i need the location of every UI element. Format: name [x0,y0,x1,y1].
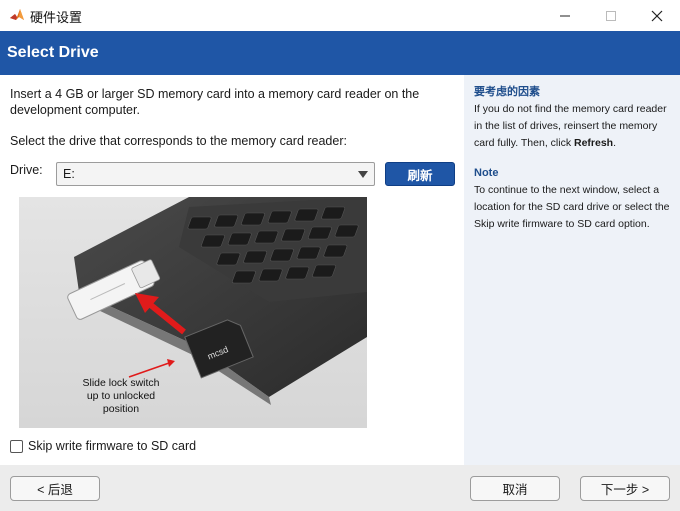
window-title: 硬件设置 [30,10,83,25]
select-instruction: Select the drive that corresponds to the… [10,134,347,148]
main-panel: Insert a 4 GB or larger SD memory card i… [0,75,464,465]
next-button[interactable]: 下一步 > [580,476,670,501]
help-paragraph-note: To continue to the next window, select a… [474,184,670,230]
close-button[interactable] [634,0,680,31]
minimize-button[interactable] [542,0,588,31]
help-heading-considerations: 要考虑的因素 [474,86,540,98]
help-paragraph-refresh-end: . [613,137,617,149]
drive-label: Drive: [10,163,43,177]
help-panel: 要考虑的因素 If you do not find the memory car… [464,75,680,465]
close-icon [651,10,663,21]
maximize-button[interactable] [588,0,634,31]
drive-dropdown[interactable]: E: [56,162,375,186]
photo-caption-line-2: up to unlocked [87,390,155,402]
skip-firmware-option[interactable]: Skip write firmware to SD card [10,439,196,453]
cancel-button[interactable]: 取消 [470,476,560,501]
drive-selected-value: E: [63,167,75,181]
skip-firmware-label[interactable]: Skip write firmware to SD card [28,439,196,453]
help-heading-note: Note [474,167,499,179]
photo-caption-line-1: Slide lock switch [82,377,159,389]
maximize-icon [606,10,616,21]
minimize-icon [560,15,570,16]
intro-text: Insert a 4 GB or larger SD memory card i… [10,87,420,117]
photo-caption-line-3: position [103,403,139,415]
help-paragraph-refresh-text: If you do not find the memory card reade… [474,103,667,149]
page-header: Select Drive [0,31,680,75]
matlab-logo-icon [10,9,24,20]
skip-firmware-checkbox[interactable] [10,439,23,453]
help-paragraph-refresh: If you do not find the memory card reade… [474,101,674,152]
refresh-button[interactable]: 刷新 [385,162,455,186]
footer-bar: < 后退 取消 下一步 > [0,465,680,511]
page-title: Select Drive [7,44,99,61]
title-bar: 硬件设置 [0,0,680,31]
dropdown-arrow-icon [358,171,368,178]
sd-card-insertion-photo: mcsd Slide lock switch up to unlocked po… [19,197,367,428]
help-refresh-emphasis: Refresh [573,137,614,149]
back-button[interactable]: < 后退 [10,476,100,501]
